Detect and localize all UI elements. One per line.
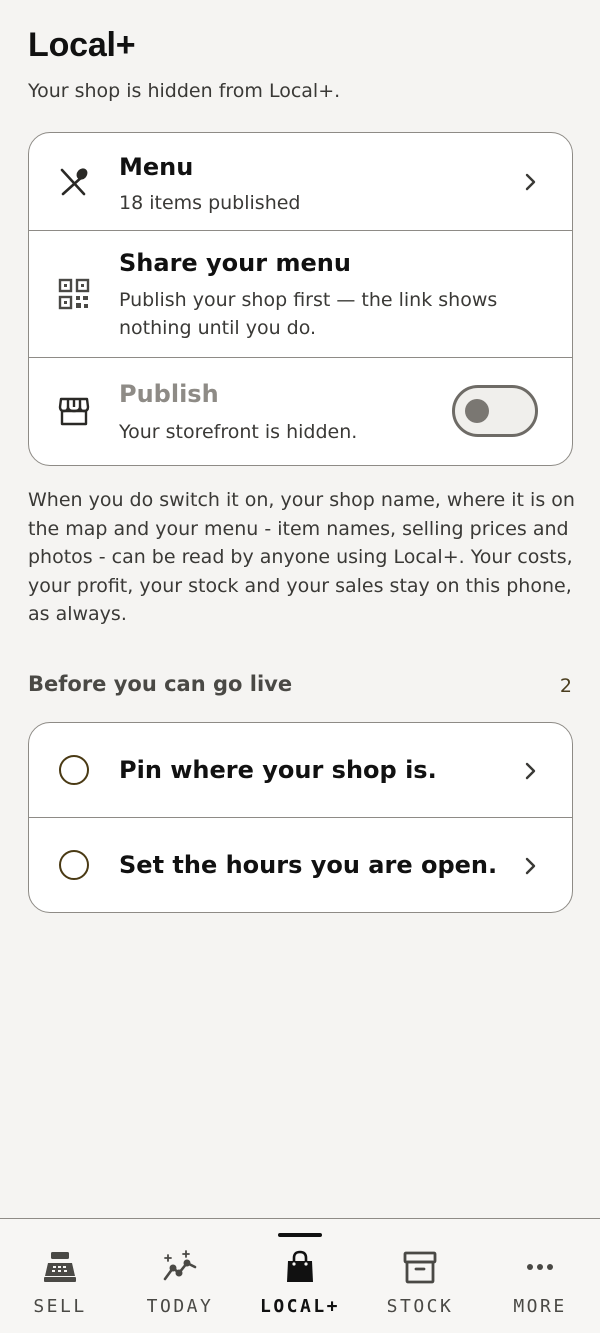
checklist-heading: Before you can go live <box>28 672 293 696</box>
shopping-bag-icon <box>282 1249 318 1285</box>
menu-row[interactable]: Menu 18 items published <box>29 133 572 231</box>
menu-subtitle: 18 items published <box>119 192 301 214</box>
toggle-knob <box>465 399 489 423</box>
publish-row: Publish Your storefront is hidden. <box>29 358 572 465</box>
checklist-count: 2 <box>559 675 572 697</box>
empty-circle-icon <box>59 850 89 880</box>
publish-toggle[interactable] <box>452 385 538 437</box>
tab-label: TODAY <box>146 1296 214 1317</box>
checklist-card: Pin where your shop is. Set the hours yo… <box>28 722 573 913</box>
checklist-item[interactable]: Pin where your shop is. <box>29 723 572 818</box>
tab-stock[interactable]: STOCK <box>360 1219 480 1333</box>
archive-box-icon <box>402 1249 438 1285</box>
cash-register-icon <box>42 1249 78 1285</box>
trend-sparkle-icon <box>162 1249 198 1285</box>
menu-title: Menu <box>119 153 194 181</box>
tab-label: LOCAL+ <box>259 1296 341 1317</box>
checklist-item-label: Set the hours you are open. <box>119 851 498 879</box>
privacy-note: When you do switch it on, your shop name… <box>28 489 575 626</box>
tab-label: SELL <box>33 1296 87 1317</box>
storefront-icon <box>57 394 91 428</box>
tab-label: MORE <box>513 1296 567 1317</box>
utensils-icon <box>57 165 91 199</box>
empty-circle-icon <box>59 755 89 785</box>
tab-label: STOCK <box>386 1296 454 1317</box>
checklist-item-label: Pin where your shop is. <box>119 756 437 784</box>
share-menu-row: Share your menu Publish your shop first … <box>29 231 572 358</box>
tab-sell[interactable]: SELL <box>0 1219 120 1333</box>
visibility-status: Your shop is hidden from Local+. <box>28 80 341 102</box>
tab-today[interactable]: TODAY <box>120 1219 240 1333</box>
bottom-tab-bar: SELL TODAY LOCAL+ STOCK MORE <box>0 1218 600 1333</box>
active-tab-indicator <box>278 1233 322 1237</box>
settings-card: Menu 18 items published Share your menu … <box>28 132 573 466</box>
tab-local-plus[interactable]: LOCAL+ <box>240 1219 360 1333</box>
tab-more[interactable]: MORE <box>480 1219 600 1333</box>
chevron-right-icon <box>520 856 540 876</box>
local-plus-screen: Local+ Your shop is hidden from Local+. … <box>0 0 600 1333</box>
publish-title: Publish <box>119 380 219 408</box>
chevron-right-icon <box>520 172 540 192</box>
chevron-right-icon <box>520 761 540 781</box>
share-title: Share your menu <box>119 249 351 277</box>
more-dots-icon <box>522 1249 558 1285</box>
checklist-item[interactable]: Set the hours you are open. <box>29 818 572 912</box>
page-title: Local+ <box>28 26 136 64</box>
qr-code-icon <box>57 277 91 311</box>
share-subtitle: Publish your shop first — the link shows… <box>119 289 498 339</box>
